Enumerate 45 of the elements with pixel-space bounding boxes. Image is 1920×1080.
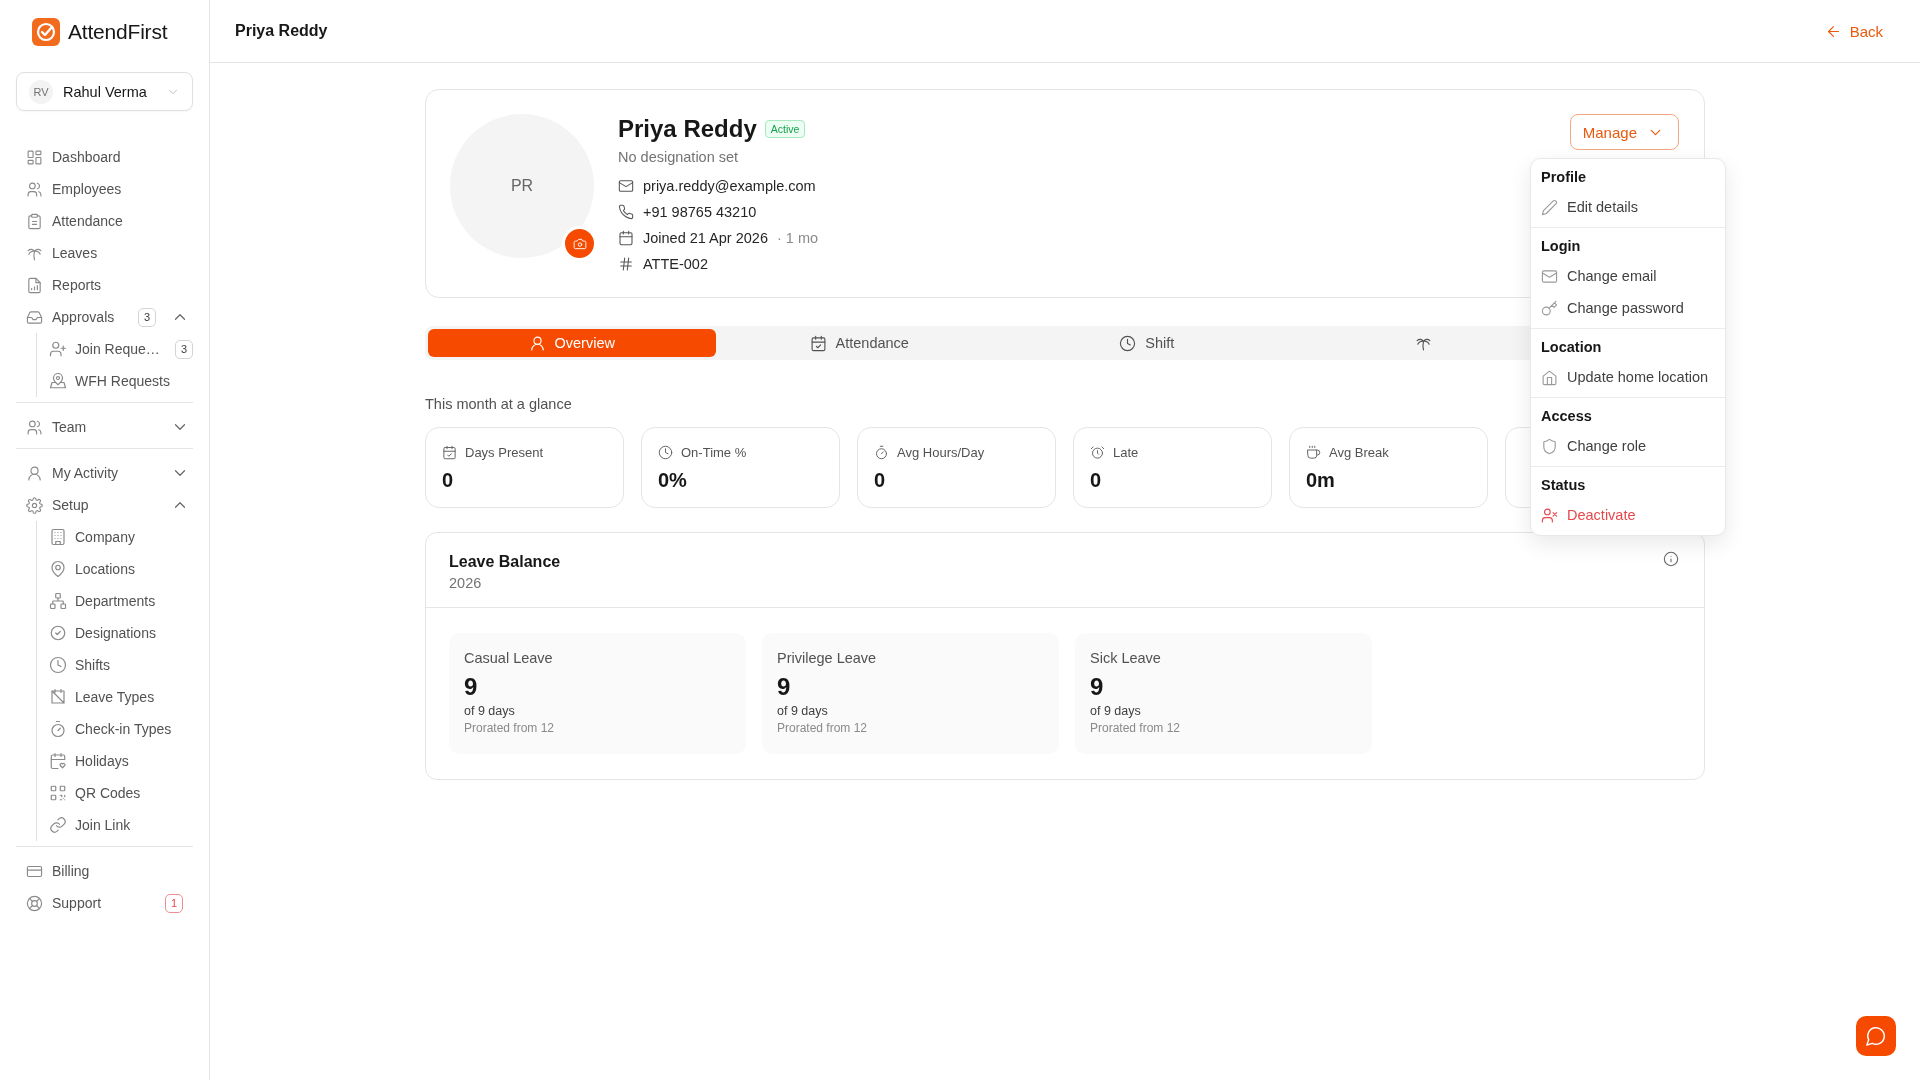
- leave-total-text: of 9 days: [464, 704, 516, 718]
- proration-note: Prorated from 12: [464, 721, 556, 735]
- count-badge: 1: [165, 893, 183, 913]
- person-name: Priya Reddy: [618, 115, 757, 143]
- proration-note: Prorated from 12: [777, 721, 869, 735]
- menu-section-title: Login: [1540, 237, 1582, 256]
- email-text: priya.reddy@example.com: [643, 178, 816, 194]
- employee-id: ATTE-002: [643, 256, 708, 272]
- stat-value: 0: [442, 469, 455, 492]
- avatar: RV: [29, 79, 53, 104]
- menu-section-title: Location: [1540, 338, 1603, 357]
- stat-label: On-Time %: [681, 444, 747, 460]
- tenure-text: · 1 mo: [776, 230, 819, 246]
- status-badge: Active: [764, 120, 806, 138]
- stat-value: 0%: [658, 469, 688, 492]
- stat-label: Avg Break: [1329, 444, 1389, 460]
- leave-type-name: Privilege Leave: [777, 650, 878, 666]
- designation-text: No designation set: [618, 149, 740, 165]
- leave-type-name: Casual Leave: [464, 650, 554, 666]
- section-title: Leave Balance: [449, 553, 561, 571]
- stat-value: 0m: [1306, 469, 1336, 492]
- count-badge: 3: [138, 307, 156, 327]
- menu-section-title: Status: [1540, 476, 1587, 495]
- leave-type-name: Sick Leave: [1090, 650, 1162, 666]
- year-text: 2026: [449, 575, 482, 591]
- joined-date: Joined 21 Apr 2026: [643, 230, 768, 246]
- page-title: Priya Reddy: [235, 22, 328, 40]
- leave-balance-value: 9: [1090, 673, 1105, 701]
- menu-section-title: Profile: [1540, 168, 1588, 187]
- stat-label: Days Present: [465, 444, 544, 460]
- stat-value: 0: [1090, 469, 1103, 492]
- phone-text: +91 98765 43210: [643, 204, 757, 220]
- leave-total-text: of 9 days: [1090, 704, 1142, 718]
- leave-balance-value: 9: [777, 673, 792, 701]
- stat-label: Avg Hours/Day: [897, 444, 985, 460]
- leave-total-text: of 9 days: [777, 704, 829, 718]
- avatar: PR: [450, 114, 594, 258]
- menu-section-title: Access: [1540, 407, 1593, 426]
- section-heading: This month at a glance: [425, 396, 573, 412]
- proration-note: Prorated from 12: [1090, 721, 1182, 735]
- app-name: AttendFirst: [68, 20, 168, 44]
- stat-label: Late: [1113, 444, 1139, 460]
- leave-balance-value: 9: [464, 673, 479, 701]
- stat-value: 0: [874, 469, 887, 492]
- count-badge: 3: [175, 339, 193, 359]
